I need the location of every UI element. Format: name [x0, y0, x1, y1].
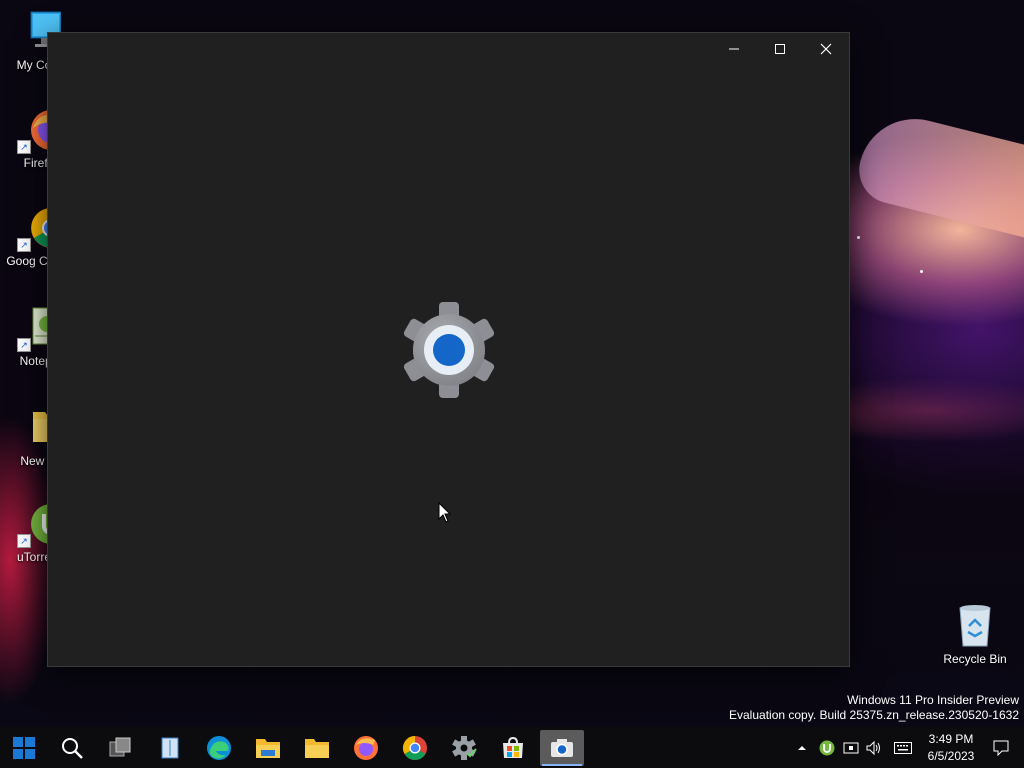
volume-icon: [866, 740, 880, 755]
maximize-button[interactable]: [757, 33, 803, 65]
task-view-button[interactable]: [98, 730, 142, 766]
settings-window[interactable]: [47, 32, 850, 667]
tray-volume[interactable]: [864, 727, 884, 768]
firefox-icon: [354, 736, 378, 760]
watermark-build: Evaluation copy. Build 25375.zn_release.…: [729, 708, 1019, 722]
wallpaper-sparkle: [857, 236, 860, 239]
network-icon: [843, 742, 859, 753]
minimize-icon: [729, 48, 739, 50]
shortcut-arrow-icon: ↗: [17, 338, 31, 352]
task-view-icon: [109, 737, 131, 757]
gear-icon: [400, 301, 498, 399]
folder-icon: [305, 739, 329, 758]
store-icon: [503, 736, 523, 758]
shortcut-arrow-icon: ↗: [17, 140, 31, 154]
taskbar-clock[interactable]: 3:49 PM 6/5/2023: [916, 731, 986, 765]
reader-icon: [161, 737, 179, 759]
close-icon: [820, 43, 832, 55]
desktop-icon-recycle-bin[interactable]: Recycle Bin: [940, 600, 1010, 666]
edge-icon: [207, 736, 231, 760]
taskbar-store[interactable]: [491, 730, 535, 766]
clock-date: 6/5/2023: [927, 749, 975, 763]
tray-network[interactable]: [841, 727, 861, 768]
wallpaper-sparkle: [920, 270, 923, 273]
shortcut-arrow-icon: ↗: [17, 238, 31, 252]
taskbar-settings[interactable]: [442, 730, 486, 766]
taskbar-folder[interactable]: [295, 730, 339, 766]
taskbar-reader[interactable]: [148, 730, 192, 766]
chrome-icon: [402, 736, 427, 761]
clock-time: 3:49 PM: [928, 732, 974, 746]
keyboard-icon: [894, 741, 912, 754]
window-controls: [711, 33, 849, 65]
search-button[interactable]: [50, 730, 94, 766]
chevron-up-icon: [798, 745, 806, 750]
file-explorer-icon: [256, 739, 280, 758]
taskbar-file-explorer[interactable]: [246, 730, 290, 766]
tray-keyboard[interactable]: [891, 727, 915, 768]
utorrent-icon: [819, 740, 835, 755]
maximize-icon: [775, 44, 785, 54]
shortcut-arrow-icon: ↗: [17, 534, 31, 548]
mouse-cursor-icon: [438, 501, 452, 524]
taskbar-camera[interactable]: [540, 730, 584, 766]
start-button[interactable]: [2, 730, 46, 766]
notification-button[interactable]: [991, 727, 1011, 768]
camera-icon: [551, 739, 573, 757]
close-button[interactable]: [803, 33, 849, 65]
watermark-edition: Windows 11 Pro Insider Preview: [847, 693, 1019, 707]
notification-icon: [993, 740, 1009, 756]
show-hidden-icons-button[interactable]: [794, 727, 810, 768]
recycle-bin-label: Recycle Bin: [943, 652, 1007, 666]
recycle-bin-icon: [955, 602, 995, 648]
settings-icon: [452, 736, 477, 760]
taskbar-edge[interactable]: [197, 730, 241, 766]
taskbar-firefox[interactable]: [344, 730, 388, 766]
taskbar: 3:49 PM 6/5/2023: [0, 727, 1024, 768]
search-icon: [62, 738, 83, 759]
start-icon: [13, 737, 35, 759]
tray-utorrent[interactable]: [817, 727, 837, 768]
taskbar-chrome[interactable]: [393, 730, 437, 766]
minimize-button[interactable]: [711, 33, 757, 65]
evaluation-watermark: Windows 11 Pro Insider Preview Evaluatio…: [729, 693, 1019, 723]
